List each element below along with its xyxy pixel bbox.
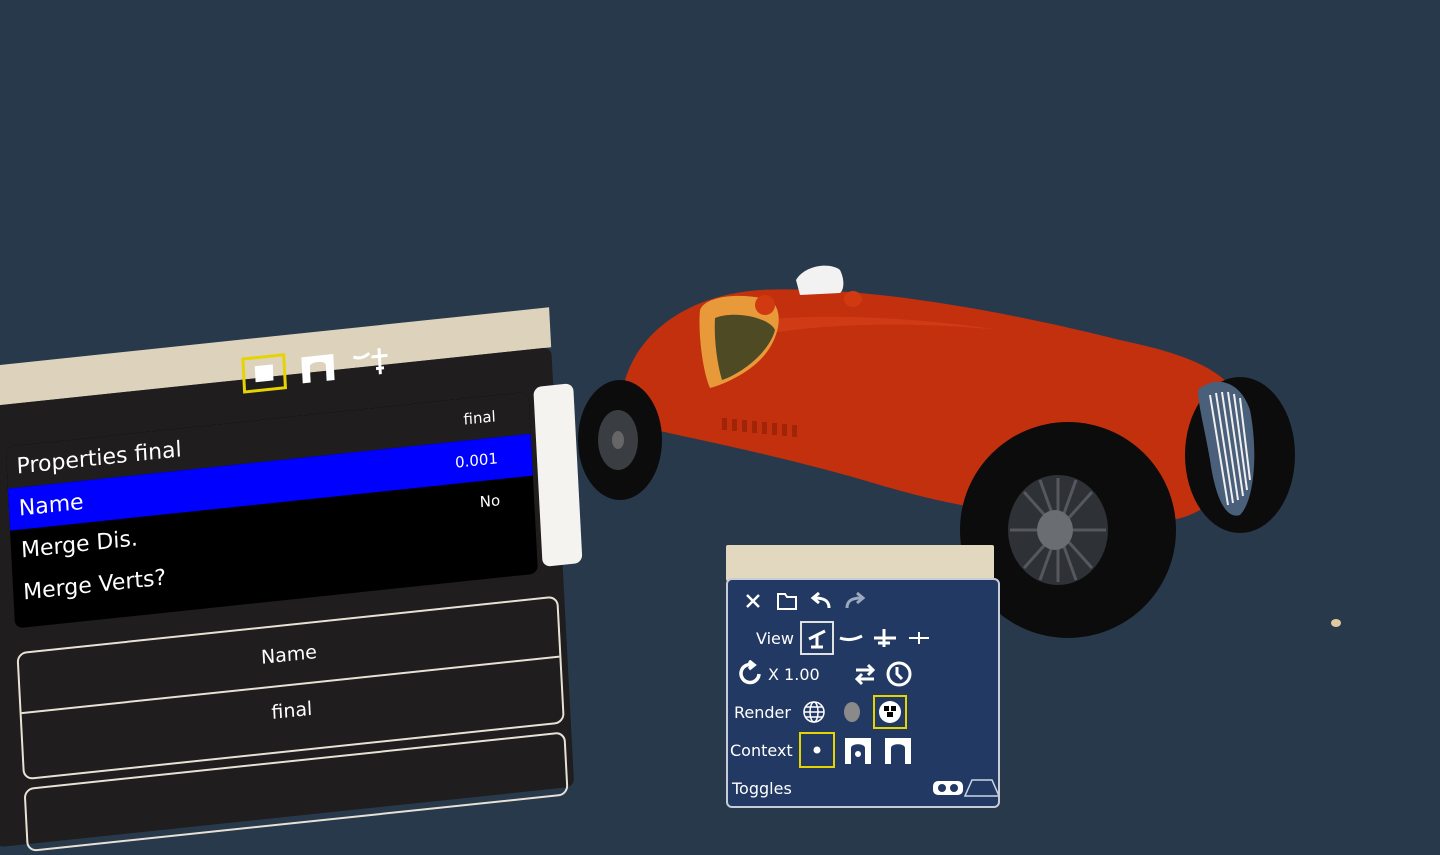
property-value: No xyxy=(479,491,501,512)
context-arch-icon[interactable] xyxy=(881,733,915,767)
arch-tool-icon[interactable] xyxy=(295,347,341,388)
wireframe-globe-icon[interactable] xyxy=(797,695,831,729)
properties-scrollbar[interactable] xyxy=(533,383,583,567)
folder-icon[interactable] xyxy=(770,584,804,618)
scale-readout: X 1.00 xyxy=(768,664,820,684)
toggles-label: Toggles xyxy=(732,778,792,798)
close-icon[interactable] xyxy=(736,584,770,618)
view-panel-titlebar[interactable] xyxy=(726,545,994,581)
view-front-icon[interactable] xyxy=(868,621,902,655)
undo-icon[interactable] xyxy=(804,584,838,618)
rotate-icon[interactable] xyxy=(734,657,768,691)
textured-shading-icon[interactable] xyxy=(872,695,907,729)
context-arch-open-icon[interactable] xyxy=(841,733,875,767)
compass-icon[interactable] xyxy=(882,657,916,691)
solid-shading-icon[interactable] xyxy=(835,695,869,729)
properties-panel: Properties final final Name 0.001 Merge … xyxy=(0,275,614,853)
swap-icon[interactable] xyxy=(848,657,882,691)
view-top-icon[interactable] xyxy=(799,621,834,655)
view-label: View xyxy=(756,628,794,648)
floor-plane-icon[interactable] xyxy=(963,771,998,805)
object-mode-icon[interactable] xyxy=(241,353,287,394)
car-helmet xyxy=(796,265,844,295)
view-panel-body: View X 1.00 Render Context Toggles xyxy=(726,578,1000,808)
view-side-icon[interactable] xyxy=(834,621,868,655)
property-label: Merge Dis. xyxy=(20,525,139,564)
view-back-icon[interactable] xyxy=(902,621,936,655)
context-point-icon[interactable] xyxy=(798,732,835,768)
redo-icon[interactable] xyxy=(838,584,872,618)
context-label: Context xyxy=(730,740,793,760)
vr-headset-icon[interactable] xyxy=(932,771,964,805)
properties-title-value: final xyxy=(463,407,497,429)
property-label: Name xyxy=(18,489,85,522)
view-panel: View X 1.00 Render Context Toggles xyxy=(726,545,1016,810)
property-value: 0.001 xyxy=(454,449,499,472)
property-label: Merge Verts? xyxy=(22,564,167,605)
scene-view-icon[interactable] xyxy=(349,342,395,383)
render-label: Render xyxy=(734,702,791,722)
